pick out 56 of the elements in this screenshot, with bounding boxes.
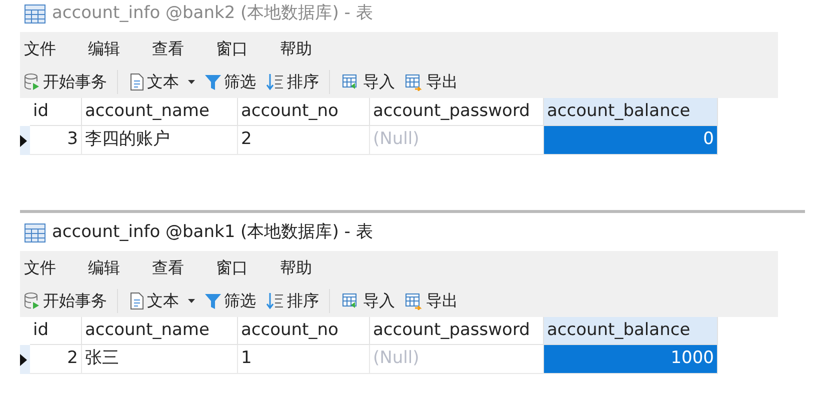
column-header[interactable]: account_balance [544,98,718,126]
sort-icon [266,73,284,91]
column-header[interactable]: id [30,317,82,345]
window-title: account_info @bank1 (本地数据库) - 表 [52,221,373,244]
toolbar-button[interactable]: 导入 [340,289,397,313]
caret-icon [188,80,195,84]
filter-icon [205,292,221,310]
table-cell[interactable]: 李四的账户 [82,126,238,155]
column-header[interactable]: id [30,98,82,126]
database-icon [24,73,40,91]
filter-icon [205,73,221,91]
menu-item[interactable]: 帮助 [276,256,340,280]
toolbar-button[interactable]: 排序 [264,70,321,94]
column-header[interactable]: account_name [82,317,238,345]
toolbar-button[interactable]: 导出 [403,70,460,94]
toolbar-button[interactable]: 排序 [264,289,321,313]
toolbar-button[interactable]: 文本 [128,70,197,94]
table-icon [24,4,46,24]
toolbar-button[interactable]: 文本 [128,289,197,313]
menu-item[interactable]: 窗口 [212,256,276,280]
sort-icon [266,292,284,310]
menu-item[interactable]: 帮助 [276,37,340,61]
column-header[interactable]: account_balance [544,317,718,345]
table-cell[interactable]: 0 [544,126,718,155]
database-icon [24,292,40,310]
table-cell[interactable]: 2 [30,345,82,374]
table-cell[interactable]: 1 [238,345,370,374]
table-cell[interactable]: 1000 [544,345,718,374]
table-arrow-icon [405,292,423,310]
toolbar-button[interactable]: 筛选 [203,70,258,94]
menu-item[interactable]: 窗口 [212,37,276,61]
toolbar-button[interactable]: 筛选 [203,289,258,313]
menu-item[interactable]: 查看 [148,256,212,280]
table-cell[interactable]: 2 [238,126,370,155]
document-icon [130,73,144,91]
document-icon [130,292,144,310]
caret-icon [188,299,195,303]
menu-item[interactable]: 编辑 [84,37,148,61]
menu-item[interactable]: 文件 [20,37,84,61]
column-header[interactable]: account_name [82,98,238,126]
menu-item[interactable]: 文件 [20,256,84,280]
column-header[interactable]: account_no [238,317,370,345]
column-header[interactable]: account_password [370,317,544,345]
table-icon [24,223,46,243]
toolbar-button[interactable]: 开始事务 [22,70,109,94]
menu-item[interactable]: 查看 [148,37,212,61]
column-header[interactable]: account_password [370,98,544,126]
menu-item[interactable]: 编辑 [84,256,148,280]
column-header[interactable]: account_no [238,98,370,126]
table-arrow-icon [405,73,423,91]
toolbar-button[interactable]: 导入 [340,70,397,94]
window-title: account_info @bank2 (本地数据库) - 表 [52,2,373,26]
toolbar-button[interactable]: 导出 [403,289,460,313]
table-cell[interactable]: 张三 [82,345,238,374]
toolbar-button[interactable]: 开始事务 [22,289,109,313]
table-cell[interactable]: 3 [30,126,82,155]
